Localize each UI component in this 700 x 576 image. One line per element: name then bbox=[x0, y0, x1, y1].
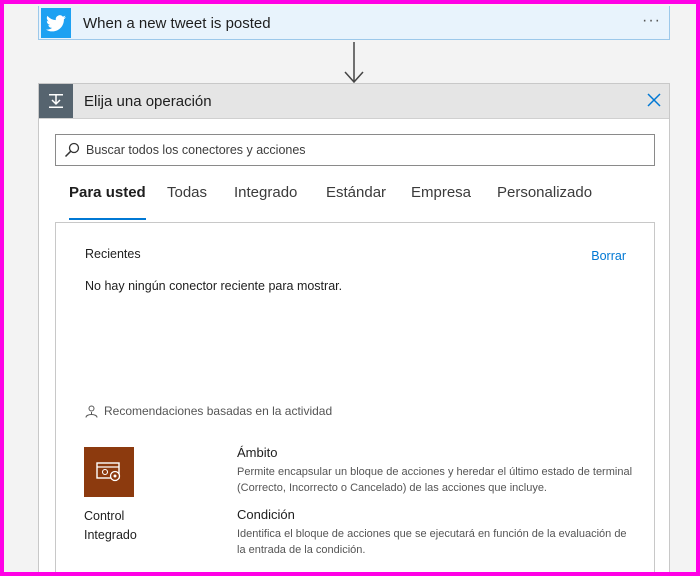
action-name: Ámbito bbox=[237, 445, 278, 460]
search-input[interactable] bbox=[86, 135, 646, 165]
arrow-down-icon bbox=[344, 42, 364, 84]
connector-name-line1: Control bbox=[84, 509, 125, 523]
trigger-card[interactable]: When a new tweet is posted ··· bbox=[38, 6, 670, 40]
action-condicion[interactable]: Condición Identifica el bloque de accion… bbox=[237, 507, 637, 558]
close-icon[interactable] bbox=[645, 91, 663, 109]
search-box[interactable] bbox=[55, 134, 655, 166]
tab-estandar[interactable]: Estándar bbox=[326, 184, 386, 218]
trigger-title: When a new tweet is posted bbox=[83, 15, 271, 32]
panel-header: Elija una operación bbox=[39, 84, 669, 119]
tab-empresa[interactable]: Empresa bbox=[411, 184, 471, 218]
recommendations-heading: Recomendaciones basadas en la actividad bbox=[85, 404, 332, 418]
connector-name-line2: Integrado bbox=[84, 528, 137, 542]
category-tabs: Para usted Todas Integrado Estándar Empr… bbox=[55, 184, 655, 220]
operation-icon bbox=[39, 84, 73, 118]
twitter-icon bbox=[41, 8, 71, 38]
action-description: Identifica el bloque de acciones que se … bbox=[237, 528, 627, 556]
person-icon bbox=[85, 405, 98, 418]
control-connector-icon[interactable] bbox=[84, 447, 134, 497]
action-description: Permite encapsular un bloque de acciones… bbox=[237, 466, 633, 494]
tab-integrado[interactable]: Integrado bbox=[234, 184, 297, 218]
panel-title: Elija una operación bbox=[84, 93, 212, 110]
action-ambito[interactable]: Ámbito Permite encapsular un bloque de a… bbox=[237, 445, 637, 496]
clear-recent-button[interactable]: Borrar bbox=[591, 249, 626, 263]
tab-para-usted[interactable]: Para usted bbox=[69, 184, 146, 220]
action-name: Condición bbox=[237, 507, 295, 522]
designer-canvas: When a new tweet is posted ··· Elija una… bbox=[4, 4, 696, 572]
choose-operation-panel: Elija una operación Para usted Todas Int… bbox=[38, 83, 670, 572]
recent-empty-message: No hay ningún conector reciente para mos… bbox=[85, 279, 343, 293]
search-icon bbox=[64, 142, 80, 158]
tab-todas[interactable]: Todas bbox=[167, 184, 207, 218]
connector-control-integrado[interactable]: Control Integrado bbox=[84, 447, 194, 545]
tab-personalizado[interactable]: Personalizado bbox=[497, 184, 592, 218]
tab-content: Recientes Borrar No hay ningún conector … bbox=[55, 222, 655, 572]
more-options-button[interactable]: ··· bbox=[642, 12, 661, 30]
connector-name: Control Integrado bbox=[84, 507, 194, 545]
recent-heading: Recientes bbox=[85, 247, 141, 261]
recommendations-label: Recomendaciones basadas en la actividad bbox=[104, 404, 333, 418]
